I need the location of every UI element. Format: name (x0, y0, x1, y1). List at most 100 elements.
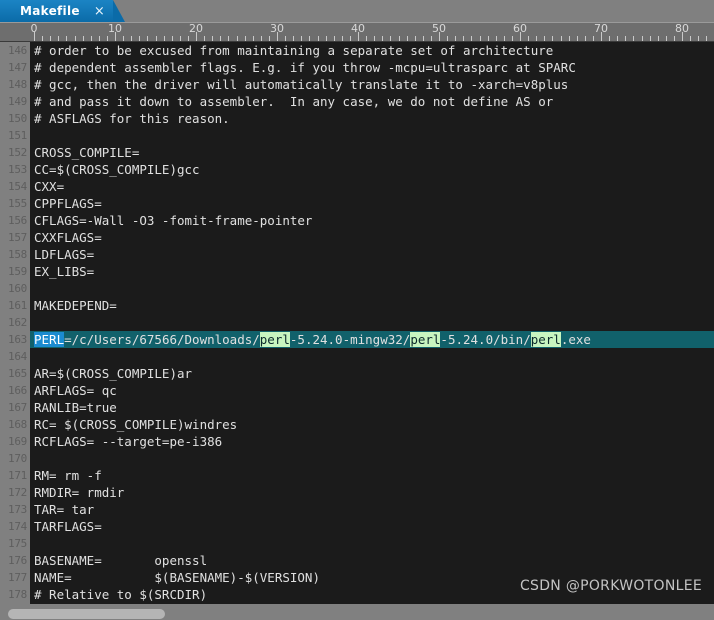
ruler-tick (504, 36, 505, 41)
ruler-tick (42, 36, 43, 41)
ruler-tick (75, 36, 76, 41)
ruler-tick (172, 36, 173, 41)
code-line[interactable]: TAR= tar (30, 501, 714, 518)
code-line[interactable]: CPPFLAGS= (30, 195, 714, 212)
code-line-current[interactable]: PERL=/c/Users/67566/Downloads/perl-5.24.… (30, 331, 714, 348)
ruler-tick (58, 36, 59, 41)
code-line[interactable] (30, 314, 714, 331)
ruler-tick (123, 36, 124, 41)
code-line[interactable]: MAKEDEPEND= (30, 297, 714, 314)
code-line[interactable]: RANLIB=true (30, 399, 714, 416)
line-number: 154 (8, 180, 27, 193)
tab-makefile[interactable]: Makefile × (0, 0, 125, 22)
code-line[interactable]: NAME= $(BASENAME)-$(VERSION) (30, 569, 714, 586)
ruler-tick (269, 36, 270, 41)
code-line[interactable] (30, 450, 714, 467)
ruler-tick (91, 36, 92, 41)
code-line[interactable]: # gcc, then the driver will automaticall… (30, 76, 714, 93)
line-number: 162 (8, 316, 27, 329)
ruler-label: 30 (270, 22, 284, 35)
ruler-tick (471, 36, 472, 41)
code-line[interactable]: TARFLAGS= (30, 518, 714, 535)
code-line[interactable]: RM= rm -f (30, 467, 714, 484)
code-line[interactable]: # order to be excused from maintaining a… (30, 42, 714, 59)
column-ruler: 0 10 20 30 40 50 60 70 80 (0, 22, 714, 42)
line-number: 151 (8, 129, 27, 142)
line-number: 157 (8, 231, 27, 244)
ruler-tick (83, 36, 84, 41)
line-number: 178 (8, 588, 27, 601)
line-number: 163 (8, 333, 27, 346)
ruler-tick (131, 36, 132, 41)
horizontal-scrollbar[interactable] (0, 604, 714, 619)
code-line[interactable]: CFLAGS=-Wall -O3 -fomit-frame-pointer (30, 212, 714, 229)
line-number: 175 (8, 537, 27, 550)
ruler-tick (706, 36, 707, 41)
code-line[interactable]: CXX= (30, 178, 714, 195)
ruler-tick (318, 36, 319, 41)
code-line[interactable] (30, 280, 714, 297)
ruler-tick (342, 36, 343, 41)
code-line[interactable]: BASENAME= openssl (30, 552, 714, 569)
ruler-tick (488, 36, 489, 41)
ruler-tick (585, 36, 586, 41)
ruler-label: 0 (30, 22, 38, 35)
line-number: 165 (8, 367, 27, 380)
line-number: 152 (8, 146, 27, 159)
ruler-tick (366, 36, 367, 41)
ruler-label: 40 (351, 22, 365, 35)
code-line[interactable]: CROSS_COMPILE= (30, 144, 714, 161)
ruler-tick (480, 36, 481, 41)
code-area[interactable]: # order to be excused from maintaining a… (30, 42, 714, 604)
code-text: =/c/Users/67566/Downloads/ (64, 332, 260, 347)
code-line[interactable]: CXXFLAGS= (30, 229, 714, 246)
ruler-tick (107, 36, 108, 41)
ruler-tick (512, 36, 513, 41)
ruler-label: 10 (108, 22, 122, 35)
code-line[interactable] (30, 127, 714, 144)
code-editor[interactable]: 146 147 148 149 150 151 152 153 154 155 156 157 158 1… (0, 42, 714, 604)
code-line[interactable]: RC= $(CROSS_COMPILE)windres (30, 416, 714, 433)
match-highlight: perl (259, 332, 290, 347)
ruler-tick (536, 36, 537, 41)
code-line[interactable] (30, 348, 714, 365)
code-text: TARFLAGS= (34, 519, 102, 534)
line-number: 159 (8, 265, 27, 278)
code-line[interactable]: AR=$(CROSS_COMPILE)ar (30, 365, 714, 382)
code-line[interactable]: # dependent assembler flags. E.g. if you… (30, 59, 714, 76)
ruler-tick (658, 36, 659, 41)
ruler-tick (577, 36, 578, 41)
line-number: 174 (8, 520, 27, 533)
ruler-tick (261, 36, 262, 41)
scrollbar-track[interactable] (0, 606, 714, 619)
ruler-tick (156, 36, 157, 41)
code-text: MAKEDEPEND= (34, 298, 117, 313)
editor-window: Makefile × 0 10 20 30 40 50 60 70 80 146 147 148 14… (0, 0, 714, 620)
line-number: 172 (8, 486, 27, 499)
code-line[interactable]: RMDIR= rmdir (30, 484, 714, 501)
code-line[interactable]: ARFLAGS= qc (30, 382, 714, 399)
code-line[interactable]: EX_LIBS= (30, 263, 714, 280)
ruler-tick (642, 36, 643, 41)
line-number: 156 (8, 214, 27, 227)
ruler-tick (50, 36, 51, 41)
ruler-tick (293, 36, 294, 41)
line-number: 146 (8, 44, 27, 57)
code-line[interactable]: # Relative to $(SRCDIR) (30, 586, 714, 603)
code-line[interactable]: CC=$(CROSS_COMPILE)gcc (30, 161, 714, 178)
code-text: EX_LIBS= (34, 264, 95, 279)
tab-label: Makefile (20, 4, 80, 18)
code-text: RC= $(CROSS_COMPILE)windres (34, 417, 238, 432)
ruler-tick (561, 36, 562, 41)
code-text: # Relative to $(SRCDIR) (34, 587, 208, 602)
close-icon[interactable]: × (94, 5, 105, 18)
code-text: # dependent assembler flags. E.g. if you… (34, 60, 576, 75)
code-line[interactable]: # and pass it down to assembler. In any … (30, 93, 714, 110)
code-line[interactable]: RCFLAGS= --target=pe-i386 (30, 433, 714, 450)
code-line[interactable]: LDFLAGS= (30, 246, 714, 263)
scrollbar-thumb[interactable] (8, 609, 165, 619)
line-number: 170 (8, 452, 27, 465)
code-line[interactable]: # ASFLAGS for this reason. (30, 110, 714, 127)
code-line[interactable] (30, 535, 714, 552)
ruler-tick (164, 36, 165, 41)
